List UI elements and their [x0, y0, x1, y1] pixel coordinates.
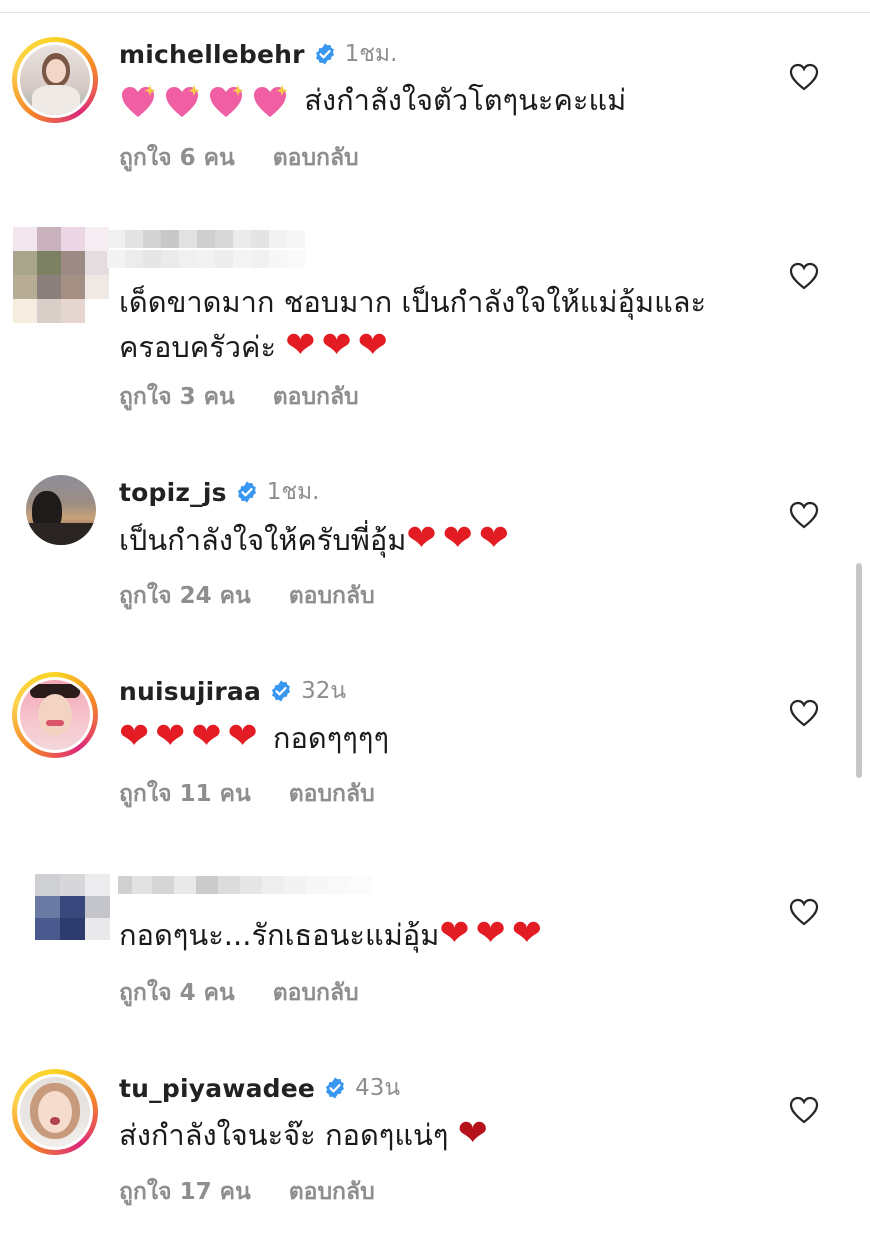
red-heart-emoji: ❤	[191, 716, 222, 757]
red-heart-emoji: ❤	[227, 716, 258, 757]
verified-badge-icon	[326, 1077, 345, 1099]
red-heart-emoji: ❤	[478, 518, 509, 559]
comment-text: ส่งกำลังใจนะจ๊ะ กอดๆแน่ๆ ❤	[119, 1113, 759, 1158]
avatar[interactable]	[12, 672, 98, 758]
comment-text: เด็ดขาดมาก ชอบมาก เป็นกำลังใจให้แม่อุ้มแ…	[119, 280, 759, 370]
like-count[interactable]: ถูกใจ 4 คน	[119, 975, 235, 1011]
comment-time: 1ชม.	[266, 479, 320, 505]
comment-time: 1ชม.	[344, 41, 398, 67]
red-heart-emoji: ❤	[357, 325, 388, 366]
comment-text-body: กอดๆๆๆๆ	[272, 721, 390, 755]
comment-text-body: กอดๆนะ...รักเธอนะแม่อุ้ม	[119, 918, 440, 952]
comment-text-body: ส่งกำลังใจนะจ๊ะ กอดๆแน่ๆ	[119, 1118, 449, 1152]
sparkling-heart-emoji	[166, 85, 200, 117]
reply-button[interactable]: ตอบกลับ	[289, 1174, 375, 1210]
scrollbar[interactable]	[856, 563, 862, 778]
heart-outline-icon[interactable]	[789, 1096, 819, 1124]
comment-text: ❤ ❤ ❤ ❤ กอดๆๆๆๆ	[119, 716, 759, 761]
reply-button[interactable]: ตอบกลับ	[289, 578, 375, 614]
like-count[interactable]: ถูกใจ 11 คน	[119, 776, 251, 812]
comment-time: 43น	[355, 1075, 401, 1101]
avatar[interactable]	[12, 1069, 98, 1155]
reply-button[interactable]: ตอบกลับ	[289, 776, 375, 812]
red-heart-emoji: ❤	[457, 1113, 488, 1154]
username[interactable]: nuisujiraa	[119, 677, 261, 706]
red-heart-emoji: ❤	[439, 913, 470, 954]
like-count[interactable]: ถูกใจ 6 คน	[119, 140, 235, 176]
comment-text-line2: ครอบครัวค่ะ	[119, 330, 277, 364]
avatar[interactable]	[26, 475, 96, 545]
comment-text-line1: เด็ดขาดมาก ชอบมาก เป็นกำลังใจให้แม่อุ้มแ…	[119, 285, 707, 319]
username[interactable]	[107, 230, 305, 248]
username[interactable]: tu_piyawadee	[119, 1074, 315, 1103]
sparkling-heart-emoji	[254, 85, 288, 117]
red-heart-emoji: ❤	[442, 518, 473, 559]
username[interactable]: topiz_js	[119, 478, 227, 507]
verified-badge-icon	[272, 680, 291, 702]
heart-outline-icon[interactable]	[789, 699, 819, 727]
red-heart-emoji: ❤	[155, 716, 186, 757]
comment-text-body: ส่งกำลังใจตัวโตๆนะคะแม่	[304, 83, 627, 117]
heart-outline-icon[interactable]	[789, 501, 819, 529]
reply-button[interactable]: ตอบกลับ	[273, 975, 359, 1011]
sparkling-heart-emoji	[210, 85, 244, 117]
red-heart-emoji: ❤	[406, 518, 437, 559]
reply-button[interactable]: ตอบกลับ	[273, 379, 359, 415]
comment-text: กอดๆนะ...รักเธอนะแม่อุ้ม❤ ❤ ❤	[119, 913, 759, 958]
heart-outline-icon[interactable]	[789, 898, 819, 926]
avatar[interactable]	[13, 227, 109, 323]
red-heart-emoji: ❤	[119, 716, 150, 757]
username-shadow	[107, 250, 305, 268]
like-count[interactable]: ถูกใจ 17 คน	[119, 1174, 251, 1210]
comment-text: เป็นกำลังใจให้ครับพี่อุ้ม❤ ❤ ❤	[119, 518, 759, 563]
like-count[interactable]: ถูกใจ 24 คน	[119, 578, 251, 614]
comment-text: ส่งกำลังใจตัวโตๆนะคะแม่	[119, 78, 759, 123]
like-count[interactable]: ถูกใจ 3 คน	[119, 379, 235, 415]
top-divider	[0, 12, 870, 13]
comment-text-body: เป็นกำลังใจให้ครับพี่อุ้ม	[119, 523, 407, 557]
red-heart-emoji: ❤	[511, 913, 542, 954]
reply-button[interactable]: ตอบกลับ	[273, 140, 359, 176]
red-heart-emoji: ❤	[285, 325, 316, 366]
heart-outline-icon[interactable]	[789, 63, 819, 91]
verified-badge-icon	[315, 43, 334, 65]
avatar[interactable]	[35, 874, 110, 940]
red-heart-emoji: ❤	[321, 325, 352, 366]
username[interactable]	[118, 876, 372, 894]
sparkling-heart-emoji	[122, 85, 156, 117]
avatar[interactable]	[12, 37, 98, 123]
comment-time: 32น	[301, 678, 347, 704]
username[interactable]: michellebehr	[119, 40, 305, 69]
red-heart-emoji: ❤	[475, 913, 506, 954]
verified-badge-icon	[237, 481, 256, 503]
heart-outline-icon[interactable]	[789, 262, 819, 290]
